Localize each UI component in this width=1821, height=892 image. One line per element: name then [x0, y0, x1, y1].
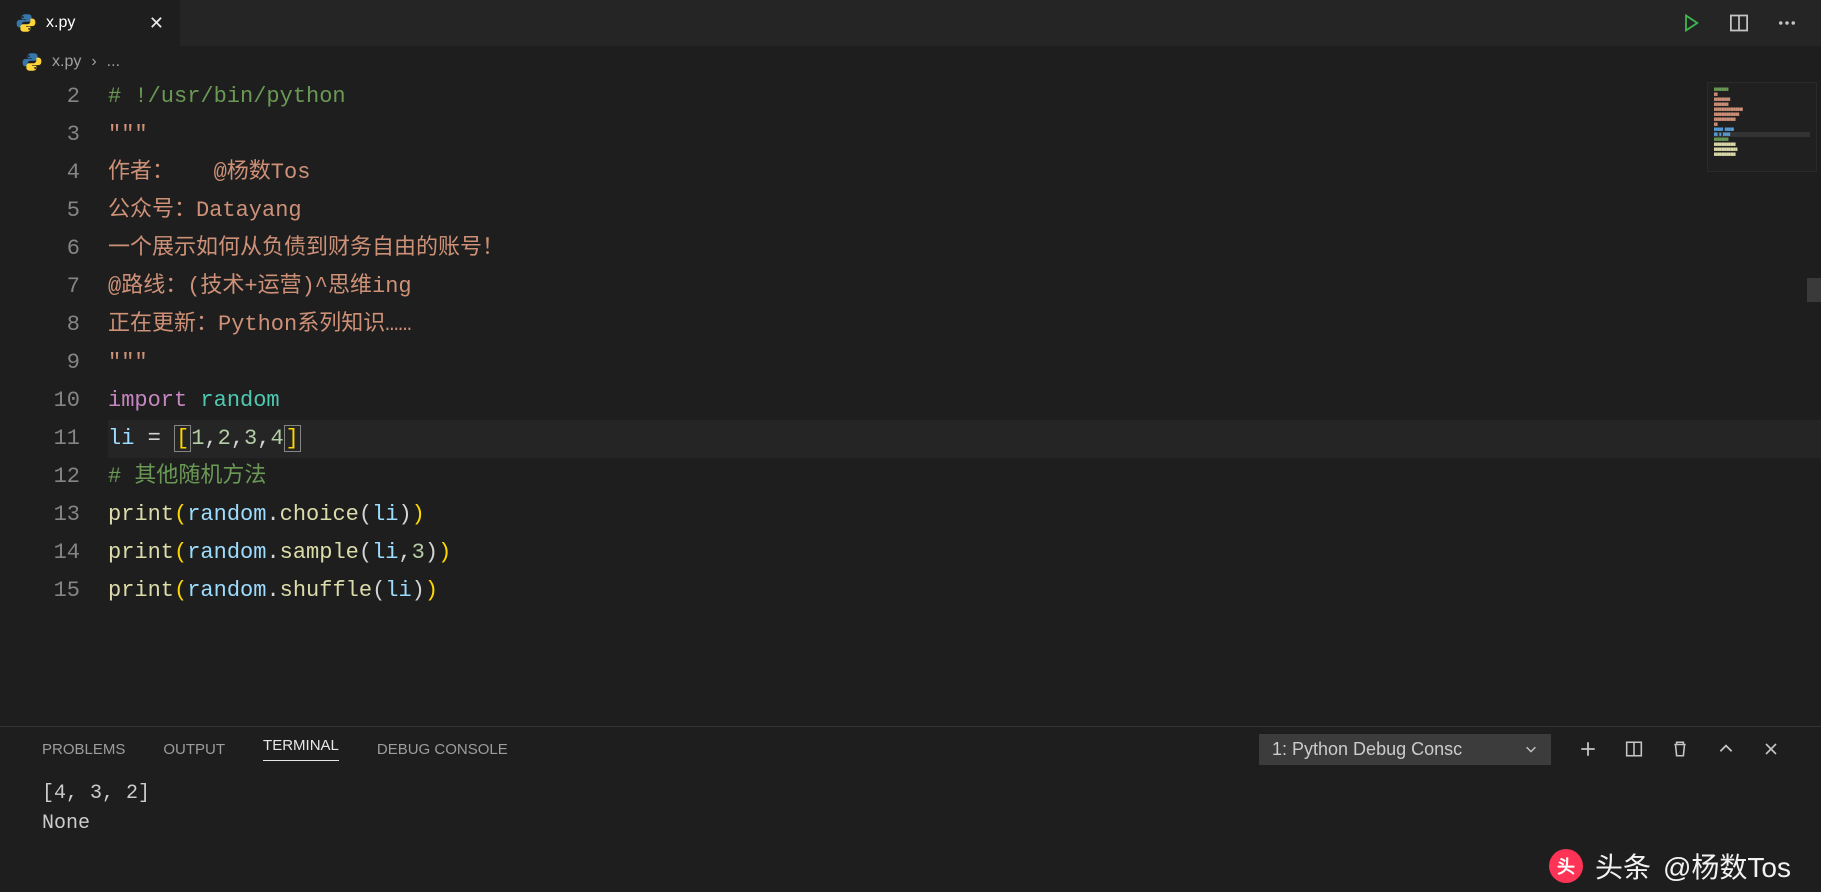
line-number: 14: [0, 534, 80, 572]
line-number: 15: [0, 572, 80, 610]
trash-icon[interactable]: [1671, 740, 1689, 758]
line-number: 3: [0, 116, 80, 154]
python-icon: [22, 52, 42, 72]
tab-terminal[interactable]: TERMINAL: [263, 737, 339, 761]
code-line[interactable]: print(random.shuffle(li)): [108, 572, 1821, 610]
line-number: 8: [0, 306, 80, 344]
code-area[interactable]: # !/usr/bin/python"""作者： @杨数Tos公众号：Datay…: [108, 78, 1821, 726]
terminal-output[interactable]: [4, 3, 2]None: [0, 771, 1821, 892]
tab-actions: [1657, 0, 1821, 46]
minimap[interactable]: ████████ ██ █████████ ████████ █████████…: [1707, 82, 1817, 172]
breadcrumb-rest: ...: [107, 53, 120, 71]
close-panel-icon[interactable]: [1763, 741, 1779, 757]
line-number: 11: [0, 420, 80, 458]
terminal-selector[interactable]: 1: Python Debug Consc: [1259, 734, 1551, 765]
code-line[interactable]: import random: [108, 382, 1821, 420]
bottom-panel: PROBLEMS OUTPUT TERMINAL DEBUG CONSOLE 1…: [0, 726, 1821, 892]
split-editor-icon[interactable]: [1729, 13, 1749, 33]
new-terminal-icon[interactable]: [1579, 740, 1597, 758]
code-line[interactable]: # 其他随机方法: [108, 458, 1821, 496]
close-icon[interactable]: ✕: [149, 13, 164, 34]
line-number: 10: [0, 382, 80, 420]
code-line[interactable]: """: [108, 116, 1821, 154]
run-icon[interactable]: [1681, 13, 1701, 33]
tab-problems[interactable]: PROBLEMS: [42, 741, 125, 758]
tab-output[interactable]: OUTPUT: [163, 741, 225, 758]
terminal-line: [4, 3, 2]: [42, 779, 1779, 809]
code-line[interactable]: print(random.choice(li)): [108, 496, 1821, 534]
split-terminal-icon[interactable]: [1625, 740, 1643, 758]
breadcrumb-sep: ›: [91, 53, 96, 71]
line-number: 13: [0, 496, 80, 534]
tab-debug-console[interactable]: DEBUG CONSOLE: [377, 741, 508, 758]
code-line[interactable]: 作者： @杨数Tos: [108, 154, 1821, 192]
tab-filename: x.py: [46, 14, 75, 32]
code-line[interactable]: 公众号：Datayang: [108, 192, 1821, 230]
watermark-handle: @杨数Tos: [1663, 846, 1791, 886]
tab-bar: x.py ✕: [0, 0, 1821, 46]
code-editor[interactable]: 23456789101112131415 # !/usr/bin/python"…: [0, 78, 1821, 726]
tab-file[interactable]: x.py ✕: [0, 0, 180, 46]
code-line[interactable]: li = [1,2,3,4]: [108, 420, 1821, 458]
breadcrumb[interactable]: x.py › ...: [0, 46, 1821, 78]
chevron-up-icon[interactable]: [1717, 740, 1735, 758]
code-line[interactable]: # !/usr/bin/python: [108, 78, 1821, 116]
more-icon[interactable]: [1777, 13, 1797, 33]
chevron-down-icon: [1524, 742, 1538, 756]
code-line[interactable]: 一个展示如何从负债到财务自由的账号！: [108, 230, 1821, 268]
overview-ruler[interactable]: [1807, 78, 1821, 726]
line-number: 5: [0, 192, 80, 230]
watermark-label: 头条: [1595, 846, 1651, 886]
watermark: 头 头条 @杨数Tos: [1549, 846, 1791, 886]
code-line[interactable]: print(random.sample(li,3)): [108, 534, 1821, 572]
panel-tabs: PROBLEMS OUTPUT TERMINAL DEBUG CONSOLE 1…: [0, 727, 1821, 771]
line-number: 6: [0, 230, 80, 268]
terminal-line: None: [42, 809, 1779, 839]
panel-controls: 1: Python Debug Consc: [1259, 734, 1779, 765]
line-number: 9: [0, 344, 80, 382]
tab-group: x.py ✕: [0, 0, 180, 46]
line-number: 2: [0, 78, 80, 116]
line-number: 12: [0, 458, 80, 496]
terminal-selector-label: 1: Python Debug Consc: [1272, 739, 1462, 760]
toutiao-logo-icon: 头: [1549, 849, 1583, 883]
line-number: 4: [0, 154, 80, 192]
line-number: 7: [0, 268, 80, 306]
line-number-gutter: 23456789101112131415: [0, 78, 108, 726]
python-icon: [16, 13, 36, 33]
breadcrumb-file: x.py: [52, 53, 81, 71]
code-line[interactable]: 正在更新：Python系列知识……: [108, 306, 1821, 344]
code-line[interactable]: """: [108, 344, 1821, 382]
code-line[interactable]: @路线：(技术+运营)^思维ing: [108, 268, 1821, 306]
